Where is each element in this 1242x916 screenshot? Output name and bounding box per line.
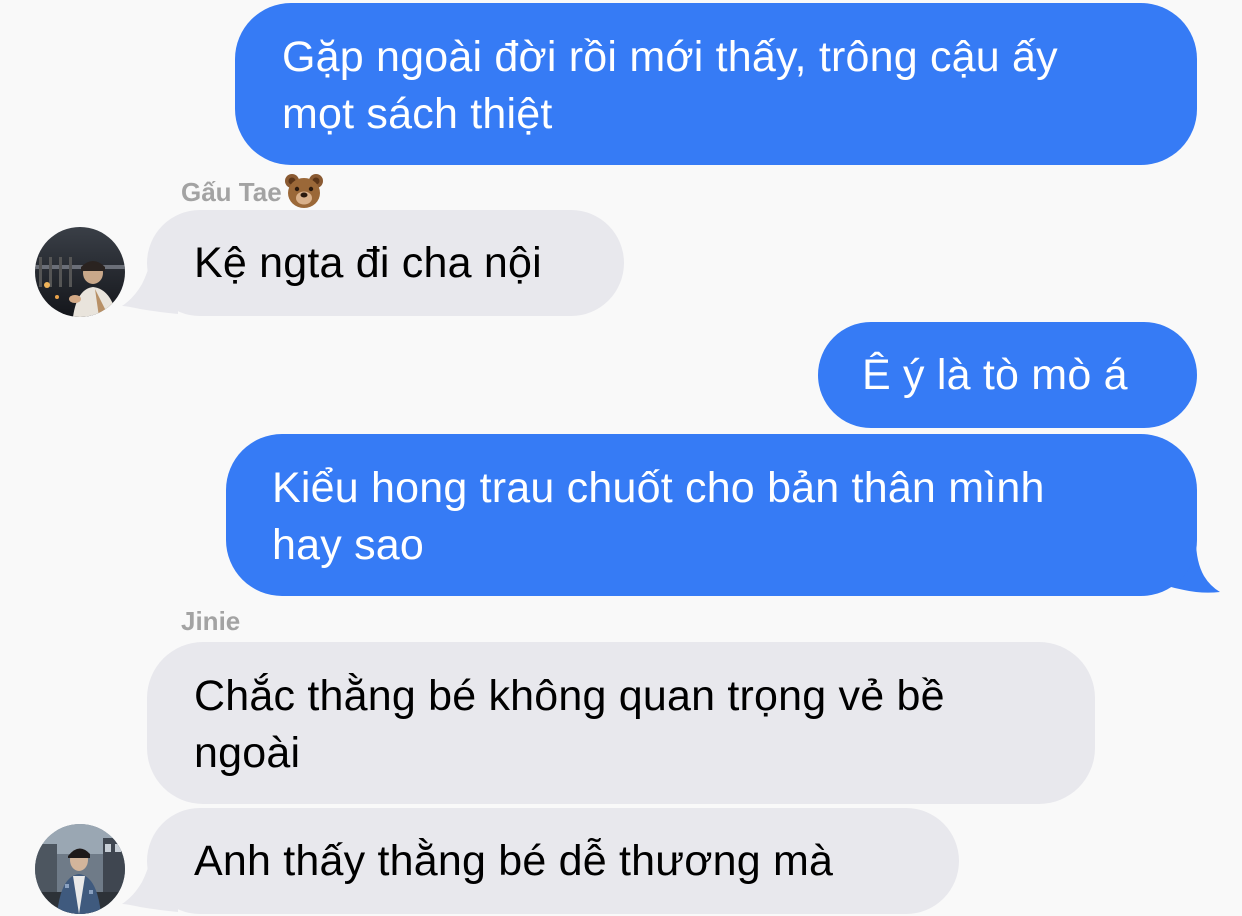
message-bubble-outgoing[interactable]: Ê ý là tò mò á [818,322,1197,428]
message-bubble-incoming[interactable]: Anh thấy thằng bé dễ thương mà [147,808,959,914]
sender-name-text: Gấu Tae [181,176,282,207]
message-bubble-incoming[interactable]: Kệ ngta đi cha nội [147,210,624,316]
chat-thread: Gặp ngoài đời rồi mới thấy, trông cậu ấy… [0,0,1242,916]
sender-name: Jinie [181,606,240,636]
message-bubble-outgoing[interactable]: Gặp ngoài đời rồi mới thấy, trông cậu ấy… [235,3,1197,165]
sender-name-text: Jinie [181,606,241,636]
message-text: Gặp ngoài đời rồi mới thấy, trông cậu ấy… [282,33,1058,138]
message-bubble-incoming[interactable]: Chắc thằng bé không quan trọng vẻ bề ngo… [147,642,1095,804]
message-text: Kiểu hong trau chuốt cho bản thân mình h… [272,464,1045,569]
bear-face-icon [284,173,324,215]
message-bubble-outgoing[interactable]: Kiểu hong trau chuốt cho bản thân mình h… [226,434,1197,596]
sender-name: Gấu Tae [181,173,324,215]
message-text: Kệ ngta đi cha nội [194,239,542,287]
message-text: Ê ý là tò mò á [862,351,1128,399]
avatar[interactable] [35,824,125,914]
avatar[interactable] [35,227,125,317]
message-text: Anh thấy thằng bé dễ thương mà [194,837,834,885]
message-text: Chắc thằng bé không quan trọng vẻ bề ngo… [194,672,945,777]
